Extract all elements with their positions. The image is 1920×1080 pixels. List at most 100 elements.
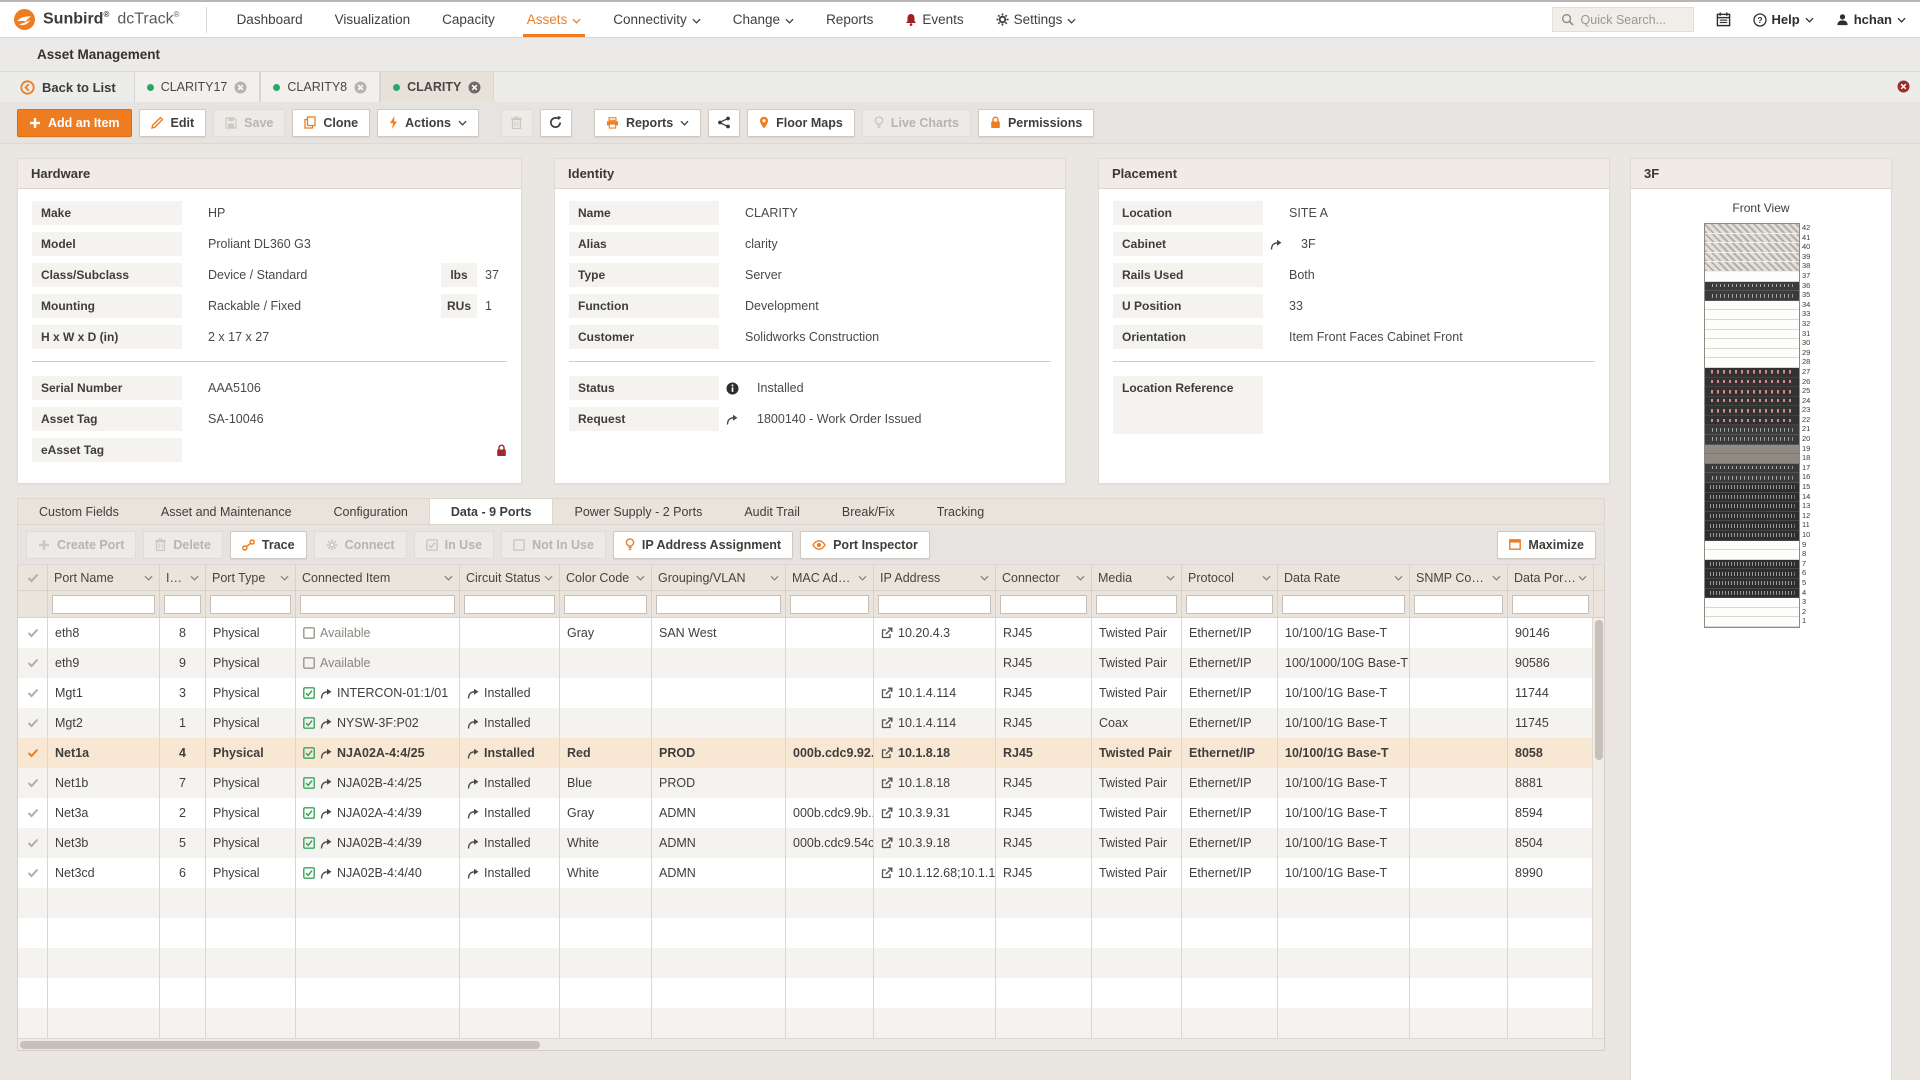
- sort-chevron-icon[interactable]: [1492, 575, 1501, 581]
- ip-export-icon[interactable]: [881, 717, 893, 729]
- open-link-icon[interactable]: [467, 718, 479, 729]
- open-link-icon[interactable]: [320, 808, 332, 819]
- item-tab-clarity8[interactable]: CLARITY8: [260, 72, 381, 102]
- column-header-connected[interactable]: Connected Item: [296, 565, 460, 590]
- column-header-check[interactable]: [18, 565, 48, 590]
- sort-chevron-icon[interactable]: [1166, 575, 1175, 581]
- column-header-circuit[interactable]: Circuit Status: [460, 565, 560, 590]
- nav-item-change[interactable]: Change: [719, 2, 808, 37]
- sort-chevron-icon[interactable]: [980, 575, 989, 581]
- column-header-color_code[interactable]: Color Code: [560, 565, 652, 590]
- filter-input-data_port_id[interactable]: [1512, 594, 1589, 614]
- filter-input-mac[interactable]: [790, 594, 869, 614]
- add-an-item-button[interactable]: Add an Item: [17, 108, 132, 137]
- sort-chevron-icon[interactable]: [144, 575, 153, 581]
- column-header-media[interactable]: Media: [1092, 565, 1182, 590]
- sort-chevron-icon[interactable]: [1076, 575, 1085, 581]
- table-row-mgt2[interactable]: Mgt2 1 Physical NYSW-3F:P02 Installed 10.1.4.…: [18, 708, 1604, 738]
- open-link-icon[interactable]: [320, 718, 332, 729]
- trace-button[interactable]: Trace: [229, 530, 307, 559]
- table-row-net3cd[interactable]: Net3cd 6 Physical NJA02B-4:4/40 Installed Whi…: [18, 858, 1604, 888]
- open-link-icon[interactable]: [320, 868, 332, 879]
- detail-tab-break-fix[interactable]: Break/Fix: [821, 499, 916, 524]
- nav-item-dashboard[interactable]: Dashboard: [223, 2, 317, 37]
- calendar-icon[interactable]: [1716, 12, 1731, 27]
- ip-export-icon[interactable]: [881, 807, 893, 819]
- sort-chevron-icon[interactable]: [770, 575, 779, 581]
- detail-tab-tracking[interactable]: Tracking: [916, 499, 1005, 524]
- filter-input-connector[interactable]: [1000, 594, 1087, 614]
- open-link-icon[interactable]: [320, 748, 332, 759]
- vertical-scrollbar-thumb[interactable]: [1595, 620, 1603, 760]
- clone-button[interactable]: Clone: [292, 108, 371, 137]
- open-link-icon[interactable]: [320, 688, 332, 699]
- nav-item-settings[interactable]: Settings: [982, 2, 1091, 37]
- port-inspector-button[interactable]: Port Inspector: [800, 530, 930, 559]
- maximize-button[interactable]: Maximize: [1497, 530, 1596, 559]
- detail-tab-custom-fields[interactable]: Custom Fields: [18, 499, 140, 524]
- detail-tab-audit-trail[interactable]: Audit Trail: [723, 499, 821, 524]
- ip-export-icon[interactable]: [881, 837, 893, 849]
- sort-chevron-icon[interactable]: [190, 575, 199, 581]
- sort-chevron-icon[interactable]: [544, 575, 553, 581]
- refresh-button[interactable]: [539, 108, 572, 137]
- detail-tab-power-supply-2-ports[interactable]: Power Supply - 2 Ports: [553, 499, 723, 524]
- nav-item-capacity[interactable]: Capacity: [428, 2, 509, 37]
- open-link-icon[interactable]: [467, 808, 479, 819]
- nav-item-events[interactable]: Events: [891, 2, 977, 37]
- open-link-icon[interactable]: [320, 778, 332, 789]
- nav-item-connectivity[interactable]: Connectivity: [599, 2, 715, 37]
- permissions-button[interactable]: Permissions: [977, 108, 1095, 137]
- ip-export-icon[interactable]: [881, 867, 893, 879]
- column-header-connector[interactable]: Connector: [996, 565, 1092, 590]
- open-link-icon[interactable]: [467, 868, 479, 879]
- detail-tab-configuration[interactable]: Configuration: [313, 499, 429, 524]
- ip-export-icon[interactable]: [881, 777, 893, 789]
- edit-button[interactable]: Edit: [138, 108, 207, 137]
- close-tab-icon[interactable]: [234, 81, 247, 94]
- filter-input-media[interactable]: [1096, 594, 1177, 614]
- search-input[interactable]: [1580, 12, 1681, 27]
- table-row-eth9[interactable]: eth9 9 Physical Available RJ45 Twisted Pair Et…: [18, 648, 1604, 678]
- column-header-data_rate[interactable]: Data Rate: [1278, 565, 1410, 590]
- ip-export-icon[interactable]: [881, 687, 893, 699]
- floor-maps-button[interactable]: Floor Maps: [747, 108, 855, 137]
- open-link-icon[interactable]: [467, 838, 479, 849]
- filter-input-port_name[interactable]: [52, 594, 155, 614]
- table-row-net3a[interactable]: Net3a 2 Physical NJA02A-4:4/39 Installed Gray…: [18, 798, 1604, 828]
- filter-input-grouping[interactable]: [656, 594, 781, 614]
- filter-input-ip[interactable]: [878, 594, 991, 614]
- column-header-protocol[interactable]: Protocol: [1182, 565, 1278, 590]
- reports-button[interactable]: Reports: [593, 108, 702, 137]
- sort-chevron-icon[interactable]: [1394, 575, 1403, 581]
- ip-address-assignment-button[interactable]: IP Address Assignment: [612, 530, 794, 559]
- column-header-port_type[interactable]: Port Type: [206, 565, 296, 590]
- ip-export-icon[interactable]: [881, 627, 893, 639]
- open-link-icon[interactable]: [320, 838, 332, 849]
- brand-logo[interactable]: Sunbird® dcTrack®: [14, 6, 207, 33]
- filter-input-color_code[interactable]: [564, 594, 647, 614]
- share-button[interactable]: [708, 108, 741, 137]
- item-tab-clarity[interactable]: CLARITY: [380, 72, 495, 102]
- item-tab-clarity17[interactable]: CLARITY17: [133, 72, 261, 102]
- filter-input-circuit[interactable]: [464, 594, 555, 614]
- nav-item-visualization[interactable]: Visualization: [321, 2, 425, 37]
- column-header-data_port_id[interactable]: Data Port Id: [1508, 565, 1594, 590]
- column-header-port_name[interactable]: Port Name: [48, 565, 160, 590]
- user-menu[interactable]: hchan: [1836, 12, 1906, 27]
- column-header-mac[interactable]: MAC Address: [786, 565, 874, 590]
- open-link-icon[interactable]: [467, 748, 479, 759]
- sort-chevron-icon[interactable]: [858, 575, 867, 581]
- detail-tab-asset-and-maintenance[interactable]: Asset and Maintenance: [140, 499, 313, 524]
- filter-input-index[interactable]: [164, 594, 201, 614]
- column-header-ip[interactable]: IP Address: [874, 565, 996, 590]
- table-row-net1a[interactable]: Net1a 4 Physical NJA02A-4:4/25 Installed Red P…: [18, 738, 1604, 768]
- sort-chevron-icon[interactable]: [444, 575, 453, 581]
- table-row-net3b[interactable]: Net3b 5 Physical NJA02B-4:4/39 Installed Whit…: [18, 828, 1604, 858]
- sort-chevron-icon[interactable]: [1578, 575, 1587, 581]
- nav-item-reports[interactable]: Reports: [812, 2, 887, 37]
- actions-button[interactable]: Actions: [377, 108, 479, 137]
- filter-input-protocol[interactable]: [1186, 594, 1273, 614]
- table-row-net1b[interactable]: Net1b 7 Physical NJA02B-4:4/25 Installed Blue…: [18, 768, 1604, 798]
- open-link-icon[interactable]: [467, 688, 479, 699]
